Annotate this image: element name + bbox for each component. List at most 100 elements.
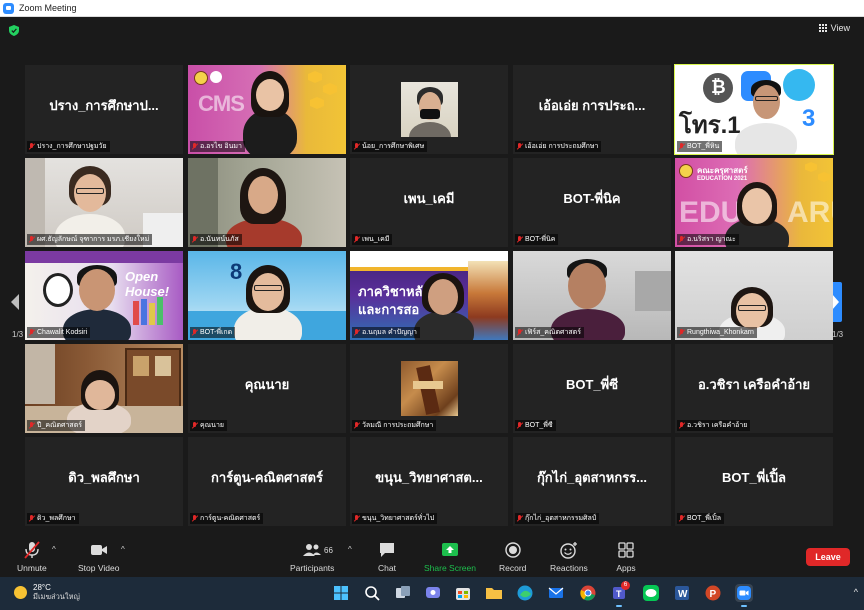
participant-tile[interactable]: ดิว_พลศึกษา ดิว_พลศึกษา	[25, 437, 183, 526]
muted-mic-icon	[192, 236, 198, 243]
participant-name-label: การ์ตูน-คณิตศาสตร์	[190, 513, 264, 524]
participant-tile-active-speaker[interactable]: ₿ โทร.1 3 BOT_พี่หิน	[674, 64, 834, 155]
line-app-icon[interactable]	[642, 584, 660, 602]
participant-name-label: ขนุน_วิทยาศาสตร์ทั่วไป	[352, 513, 438, 524]
weather-widget[interactable]: 28°C มีเมฆส่วนใหญ่	[14, 583, 80, 601]
audio-options-caret-icon[interactable]: ^	[52, 545, 56, 554]
zoom-app-button[interactable]	[735, 584, 753, 607]
share-screen-button[interactable]: Share Screen	[424, 541, 476, 573]
video-options-caret-icon[interactable]: ^	[121, 545, 125, 554]
participant-display-name: BOT_พี่ซี	[565, 377, 619, 392]
participant-tile[interactable]: BOT_พี่ซี BOT_พี่ซี	[513, 344, 671, 433]
participant-display-name: การ์ตูน-คณิตศาสตร์	[211, 470, 323, 485]
participant-name-label: เฟิร์ส_คณิตศาสตร์	[515, 327, 584, 338]
reactions-button[interactable]: Reactions	[550, 541, 588, 573]
chrome-browser-icon[interactable]	[579, 584, 597, 602]
record-button[interactable]: Record	[499, 541, 526, 573]
participant-name-label: อ.นริสรา ญาณะ	[677, 234, 739, 245]
svg-text:W: W	[678, 589, 688, 600]
participant-display-name: กุ๊กไก่_อุตสาหกรร...	[536, 470, 648, 485]
stop-video-button[interactable]: Stop Video	[78, 541, 119, 573]
video-camera-icon	[90, 545, 107, 555]
participant-tile[interactable]: ขนุน_วิทยาศาสต... ขนุน_วิทยาศาสตร์ทั่วไป	[350, 437, 508, 526]
participant-name-label: BOT_พี่เปิ้ล	[677, 513, 725, 524]
participant-tile[interactable]: การ์ตูน-คณิตศาสตร์ การ์ตูน-คณิตศาสตร์	[188, 437, 346, 526]
participant-tile[interactable]: BOT_พี่เปิ้ล BOT_พี่เปิ้ล	[675, 437, 833, 526]
view-label: View	[830, 23, 850, 33]
participant-tile[interactable]: ภาควิชาหลั และการสอ อ.นฤมล คำปัญญา	[350, 251, 508, 340]
participant-name-label: อ.นฤมล คำปัญญา	[352, 327, 420, 338]
chat-button[interactable]: Chat	[377, 541, 397, 573]
participant-tile[interactable]: เพน_เคมี เพน_เคมี	[350, 158, 508, 247]
participants-label: Participants	[290, 563, 335, 573]
participant-name-label: ปราง_การศึกษาปฐมวัย	[27, 141, 110, 152]
teams-chat-icon[interactable]	[424, 584, 442, 602]
participant-name-label: ดิว_พลศึกษา	[27, 513, 79, 524]
participant-tile[interactable]: ปราง_การศึกษาป... ปราง_การศึกษาปฐมวัย	[25, 65, 183, 154]
muted-microphone-icon	[24, 541, 40, 559]
participant-tile[interactable]: น้อย_การศึกษาพิเศษ	[350, 65, 508, 154]
participant-tile[interactable]: BOT-พี่นิค BOT-พี่นิค	[513, 158, 671, 247]
participant-tile[interactable]: เอ้อเอ่ย การประถ... เอ้อเอ่ย การประถมศึก…	[513, 65, 671, 154]
participant-display-name: BOT_พี่เปิ้ล	[722, 470, 786, 485]
participant-tile[interactable]: Rungthiwa_Khonkarn	[675, 251, 833, 340]
previous-page-arrow-icon[interactable]	[8, 282, 22, 322]
share-screen-icon	[441, 543, 458, 556]
unmute-button[interactable]: Unmute	[17, 541, 47, 573]
participants-options-caret-icon[interactable]: ^	[348, 545, 352, 554]
windows-start-icon[interactable]	[332, 584, 350, 602]
system-tray-chevron-icon[interactable]: ^	[854, 587, 858, 597]
meeting-area: View 1/3 1/3 ปราง_การศึกษาป... ปราง_การศ…	[0, 17, 864, 537]
participant-display-name: เพน_เคมี	[403, 191, 455, 206]
participant-display-name: อ.วชิรา เครือคำอ้าย	[697, 377, 811, 392]
meeting-toolbar: Unmute ^ Stop Video ^ Participants 66 ^	[0, 537, 864, 577]
participant-display-name: เอ้อเอ่ย การประถ...	[538, 98, 646, 113]
participant-tile[interactable]: ผศ.ธัญลักษณ์ จุฑาการ มรภ.เชียงใหม่	[25, 158, 183, 247]
title-bar: Zoom Meeting	[0, 0, 864, 17]
window-title: Zoom Meeting	[19, 3, 77, 13]
powerpoint-app-icon[interactable]: P	[704, 584, 722, 602]
word-app-icon[interactable]: W	[673, 584, 691, 602]
zoom-window: Zoom Meeting View 1/3 1/3 ปราง_การศึกษาป…	[0, 0, 864, 610]
muted-mic-icon	[354, 515, 360, 522]
apps-button[interactable]: Apps	[616, 541, 636, 573]
view-button[interactable]: View	[818, 23, 850, 33]
participant-tile[interactable]: เฟิร์ส_คณิตศาสตร์	[513, 251, 671, 340]
search-icon[interactable]	[363, 584, 381, 602]
partly-cloudy-weather-icon	[14, 585, 27, 599]
security-shield-icon[interactable]	[9, 25, 19, 36]
participant-tile[interactable]: กุ๊กไก่_อุตสาหกรร... กุ๊กไก่_อุตสาหกรรมศ…	[513, 437, 671, 526]
svg-text:T: T	[616, 589, 622, 599]
participant-tile[interactable]: อ.วชิรา เครือคำอ้าย อ.วชิรา เครือคำอ้าย	[675, 344, 833, 433]
teams-app-button[interactable]: T 6	[610, 581, 630, 607]
muted-mic-icon	[679, 143, 685, 150]
participant-name-label: BOT_พี่ซี	[515, 420, 556, 431]
participant-display-name: BOT-พี่นิค	[563, 191, 621, 206]
participant-tile[interactable]: คุณนาย คุณนาย	[188, 344, 346, 433]
participant-tile[interactable]: วัลมณี การประถมศึกษา	[350, 344, 508, 433]
record-icon	[505, 542, 521, 558]
participant-tile[interactable]: ปี_คณิตศาสตร์	[25, 344, 183, 433]
participant-display-name: ดิว_พลศึกษา	[68, 470, 140, 485]
mail-icon[interactable]	[547, 584, 565, 602]
muted-mic-icon	[354, 329, 360, 336]
participant-tile[interactable]: คณะครุศาสตร์ EDUCATION 2021 EDU ARU อ.นร…	[675, 158, 833, 247]
participant-name-label: BOT_พี่หิน	[677, 141, 723, 152]
widgets-store-icon[interactable]	[454, 584, 472, 602]
leave-button[interactable]: Leave	[806, 548, 850, 566]
participant-tile[interactable]: Open House! Chawalit Kodsiri	[25, 251, 183, 340]
svg-text:P: P	[710, 589, 717, 600]
participant-tile[interactable]: อ.นันทน์นภัส	[188, 158, 346, 247]
participant-grid: ปราง_การศึกษาป... ปราง_การศึกษาปฐมวัย CM…	[25, 64, 837, 528]
edge-browser-icon[interactable]	[516, 584, 534, 602]
muted-mic-icon	[29, 422, 35, 429]
file-explorer-icon[interactable]	[485, 584, 503, 602]
task-view-icon[interactable]	[394, 584, 412, 602]
participant-tile[interactable]: CMS อ.อรไข อินมา	[188, 65, 346, 154]
participant-tile[interactable]: 8 BOT-พี่เกด	[188, 251, 346, 340]
participant-name-label: คุณนาย	[190, 420, 227, 431]
participant-display-name: คุณนาย	[244, 377, 290, 392]
stop-video-label: Stop Video	[78, 563, 120, 573]
muted-mic-icon	[29, 236, 35, 243]
smiley-reaction-icon	[560, 542, 577, 559]
